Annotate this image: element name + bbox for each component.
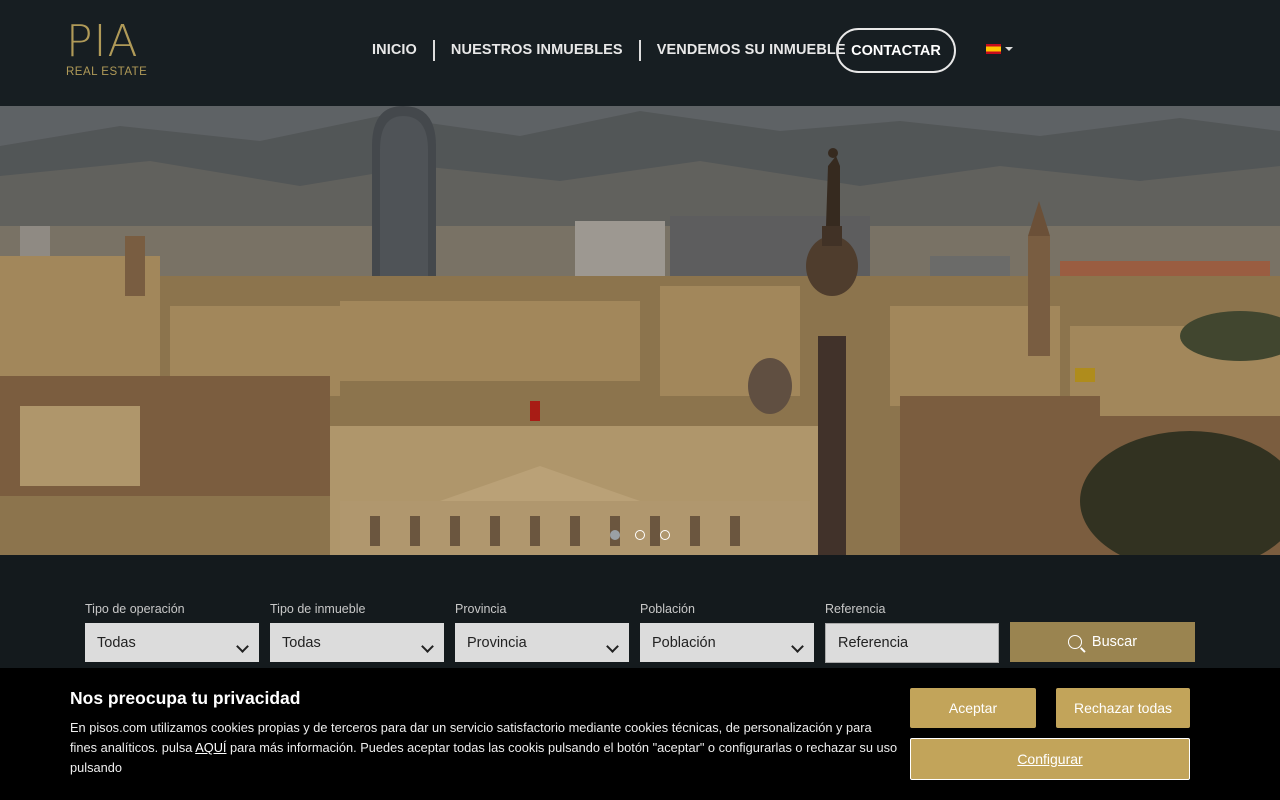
- reject-cookies-button[interactable]: Rechazar todas: [1056, 688, 1190, 728]
- logo[interactable]: PIA REAL ESTATE: [66, 20, 156, 80]
- field-label: Referencia: [825, 602, 886, 616]
- search-button-label: Buscar: [1091, 634, 1138, 650]
- language-selector[interactable]: [986, 44, 1013, 54]
- site-header: PIA REAL ESTATE INICIO NUESTROS INMUEBLE…: [0, 0, 1280, 106]
- accept-cookies-button[interactable]: Aceptar: [910, 688, 1036, 728]
- chevron-down-icon: [236, 640, 249, 653]
- cookie-banner: Nos preocupa tu privacidad En pisos.com …: [0, 668, 1280, 800]
- nav-vendemos-su-inmueble[interactable]: VENDEMOS SU INMUEBLE: [641, 39, 862, 61]
- select-value: Provincia: [467, 634, 527, 651]
- select-value: Todas: [282, 634, 321, 651]
- main-nav: INICIO NUESTROS INMUEBLES VENDEMOS SU IN…: [356, 38, 862, 62]
- property-type-field: Tipo de inmueble Todas: [270, 602, 444, 662]
- carousel-dot[interactable]: [610, 530, 620, 540]
- cookie-text: En pisos.com utilizamos cookies propias …: [70, 718, 900, 778]
- field-label: Provincia: [455, 602, 507, 616]
- chevron-down-icon: [791, 640, 804, 653]
- province-field: Provincia Provincia: [455, 602, 629, 662]
- province-select[interactable]: Provincia: [455, 623, 629, 662]
- select-value: Todas: [97, 634, 136, 651]
- chevron-down-icon: [421, 640, 434, 653]
- city-skyline-illustration: [0, 106, 1280, 555]
- field-label: Tipo de operación: [85, 602, 185, 616]
- select-value: Población: [652, 634, 716, 651]
- reference-field: Referencia Referencia: [825, 602, 999, 663]
- property-type-select[interactable]: Todas: [270, 623, 444, 662]
- logo-main-text: PIA: [66, 16, 139, 67]
- carousel-dot[interactable]: [635, 530, 645, 540]
- nav-inicio[interactable]: INICIO: [356, 39, 433, 61]
- caret-down-icon: [1005, 47, 1013, 51]
- nav-nuestros-inmuebles[interactable]: NUESTROS INMUEBLES: [435, 39, 639, 61]
- configure-cookies-button[interactable]: Configurar: [910, 738, 1190, 780]
- field-label: Población: [640, 602, 695, 616]
- reference-input[interactable]: Referencia: [825, 623, 999, 663]
- chevron-down-icon: [606, 640, 619, 653]
- cookie-title: Nos preocupa tu privacidad: [70, 688, 301, 708]
- spain-flag-icon: [986, 44, 1001, 54]
- town-field: Población Población: [640, 602, 814, 662]
- search-button[interactable]: Buscar: [1010, 622, 1195, 662]
- logo-sub-text: REAL ESTATE: [66, 66, 148, 78]
- carousel-dot[interactable]: [660, 530, 670, 540]
- operation-type-select[interactable]: Todas: [85, 623, 259, 662]
- search-icon: [1067, 635, 1082, 649]
- cookie-more-info-link[interactable]: AQUÍ: [195, 740, 226, 755]
- town-select[interactable]: Población: [640, 623, 814, 662]
- carousel-dots: [610, 530, 670, 540]
- operation-type-field: Tipo de operación Todas: [85, 602, 259, 662]
- field-label: Tipo de inmueble: [270, 602, 366, 616]
- contact-button[interactable]: CONTACTAR: [836, 28, 956, 73]
- hero-image: [0, 106, 1280, 555]
